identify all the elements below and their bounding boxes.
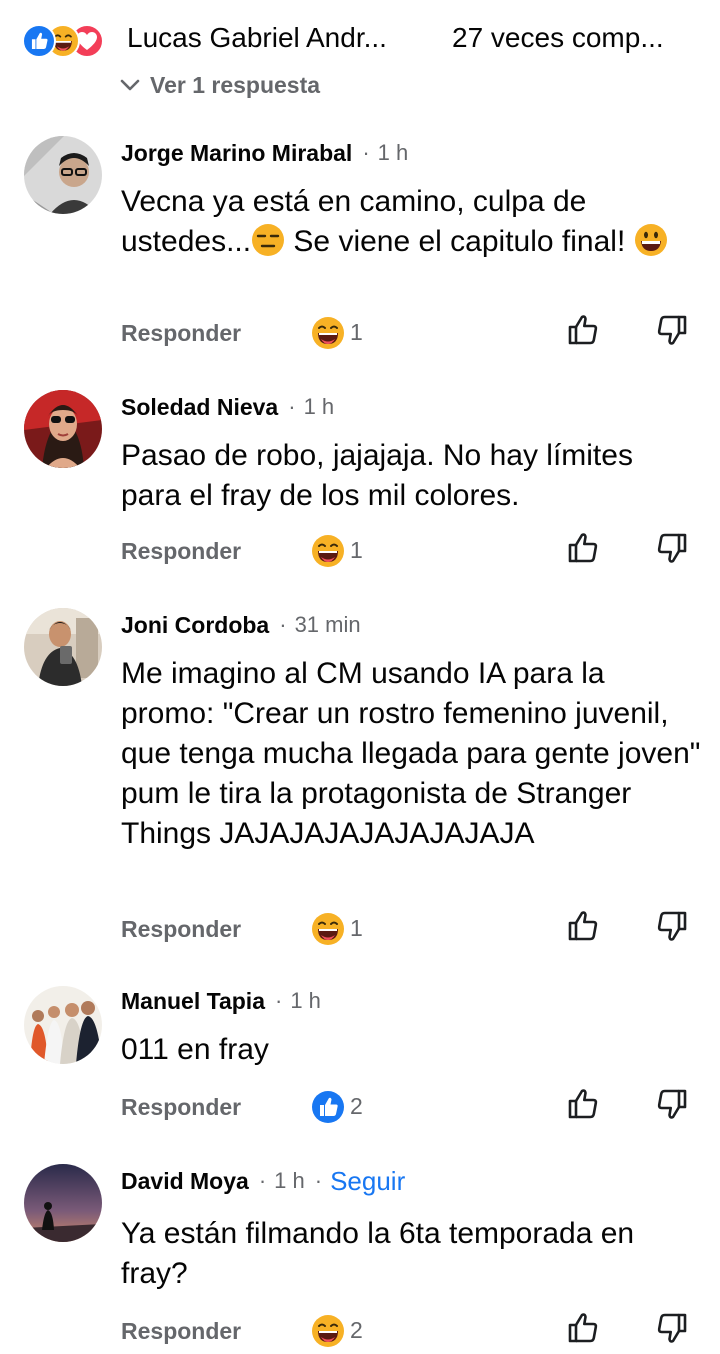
comment-time[interactable]: 1 h xyxy=(274,1168,305,1194)
reply-button[interactable]: Responder xyxy=(121,1094,241,1121)
comment-header: David Moya · 1 h · Seguir xyxy=(121,1166,405,1196)
thumbs-down-icon[interactable] xyxy=(653,1310,689,1346)
comment-time[interactable]: 1 h xyxy=(304,394,335,420)
reaction-count[interactable]: 1 xyxy=(350,319,363,346)
comment-time[interactable]: 1 h xyxy=(378,140,409,166)
comment-text: Ya están filmando la 6ta temporada en fr… xyxy=(121,1217,635,1290)
separator-dot: · xyxy=(275,988,283,1013)
like-icon xyxy=(22,24,56,58)
view-replies-label: Ver 1 respuesta xyxy=(150,71,321,98)
comment-author[interactable]: Jorge Marino Mirabal xyxy=(121,140,352,167)
thumbs-down-icon[interactable] xyxy=(653,1086,689,1122)
reply-button[interactable]: Responder xyxy=(121,320,241,347)
reaction-count[interactable]: 1 xyxy=(350,915,363,942)
thumbs-up-icon[interactable] xyxy=(566,1310,602,1346)
reacting-user-name[interactable]: Lucas Gabriel Andr... xyxy=(127,22,427,54)
thumbs-up-icon[interactable] xyxy=(566,312,602,348)
comment-author[interactable]: Joni Cordoba xyxy=(121,612,269,639)
grinning-face-emoji xyxy=(634,224,667,256)
separator-dot: · xyxy=(258,1168,267,1193)
comment-text: 011 en fray xyxy=(121,1033,269,1066)
chevron-down-icon xyxy=(120,79,140,91)
avatar[interactable] xyxy=(24,390,102,468)
comment-author[interactable]: David Moya xyxy=(121,1168,249,1195)
comment-actions: Responder 1 xyxy=(0,316,720,356)
comment-text: Pasao de robo, jajajaja. No hay límites … xyxy=(121,439,633,512)
avatar[interactable] xyxy=(24,136,102,214)
comment-time[interactable]: 1 h xyxy=(290,988,321,1014)
comment-actions: Responder 1 xyxy=(0,912,720,952)
haha-icon[interactable] xyxy=(311,1314,345,1348)
reply-button[interactable]: Responder xyxy=(121,1318,241,1345)
reaction-count[interactable]: 1 xyxy=(350,537,363,564)
view-replies-link[interactable]: Ver 1 respuesta xyxy=(120,70,320,100)
comment-time[interactable]: 31 min xyxy=(295,612,361,638)
comment-header: Joni Cordoba · 31 min xyxy=(121,610,361,640)
follow-button[interactable]: Seguir xyxy=(330,1166,405,1197)
thumbs-down-icon[interactable] xyxy=(653,530,689,566)
comment-text: Me imagino al CM usando IA para la promo… xyxy=(121,657,701,850)
comment-author[interactable]: Soledad Nieva xyxy=(121,394,278,421)
comment-actions: Responder 2 xyxy=(0,1314,720,1354)
comment-actions: Responder 1 xyxy=(0,534,720,574)
reply-button[interactable]: Responder xyxy=(121,916,241,943)
avatar[interactable] xyxy=(24,986,102,1064)
comment-text: Vecna ya está en camino, culpa de ustede… xyxy=(121,182,701,262)
haha-icon[interactable] xyxy=(311,534,345,568)
thumbs-up-icon[interactable] xyxy=(566,1086,602,1122)
separator-dot: · xyxy=(314,1168,323,1193)
reaction-count[interactable]: 2 xyxy=(350,1317,363,1344)
comment-author[interactable]: Manuel Tapia xyxy=(121,988,265,1015)
comment-actions: Responder 2 xyxy=(0,1090,720,1130)
comment-header: Jorge Marino Mirabal · 1 h xyxy=(121,138,408,168)
thumbs-down-icon[interactable] xyxy=(653,908,689,944)
expressionless-face-emoji xyxy=(252,224,285,256)
separator-dot: · xyxy=(362,140,370,165)
comment-text-part: Se viene el capitulo final! xyxy=(285,225,634,258)
separator-dot: · xyxy=(288,394,296,419)
thumbs-up-icon[interactable] xyxy=(566,530,602,566)
separator-dot: · xyxy=(279,612,287,637)
reaction-count[interactable]: 2 xyxy=(350,1093,363,1120)
reply-button[interactable]: Responder xyxy=(121,538,241,565)
thumbs-up-icon[interactable] xyxy=(566,908,602,944)
like-icon[interactable] xyxy=(311,1090,345,1124)
haha-icon[interactable] xyxy=(311,316,345,350)
avatar[interactable] xyxy=(24,1164,102,1242)
comment-header: Soledad Nieva · 1 h xyxy=(121,392,334,422)
reaction-summary[interactable] xyxy=(22,24,122,58)
comment-header: Manuel Tapia · 1 h xyxy=(121,986,321,1016)
parent-comment-summary: Lucas Gabriel Andr... 27 veces comp... xyxy=(0,0,720,80)
haha-icon[interactable] xyxy=(311,912,345,946)
avatar[interactable] xyxy=(24,608,102,686)
thumbs-down-icon[interactable] xyxy=(653,312,689,348)
share-count[interactable]: 27 veces comp... xyxy=(452,22,692,54)
